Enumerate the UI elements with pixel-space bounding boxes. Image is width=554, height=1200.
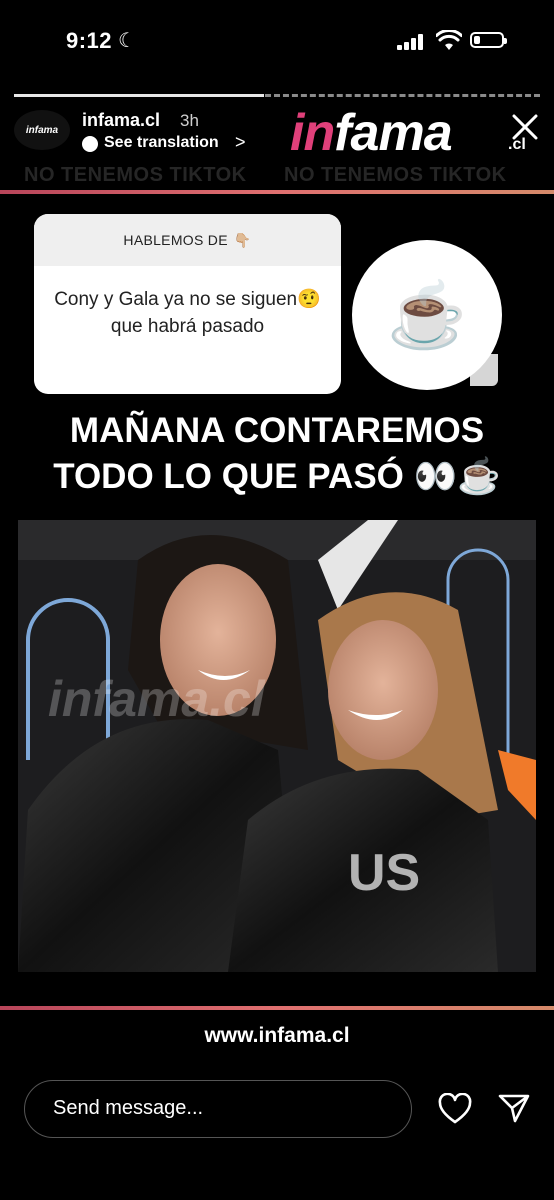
wifi-icon <box>436 30 462 50</box>
brand-logo: infama <box>290 104 453 162</box>
moon-icon: ☾ <box>118 30 136 52</box>
headline-line-2: TODO LO QUE PASÓ 👀☕ <box>53 457 501 496</box>
translate-icon[interactable] <box>82 136 98 152</box>
send-message-input[interactable]: Send message... <box>24 1080 412 1138</box>
battery-icon <box>470 32 507 48</box>
accent-line-bottom <box>0 1006 554 1010</box>
story-username[interactable]: infama.cl <box>82 110 160 131</box>
coffee-sticker: ☕ <box>352 240 502 390</box>
question-header-text: HABLEMOS DE <box>123 232 228 248</box>
heart-icon[interactable] <box>438 1093 472 1125</box>
home-indicator-area <box>0 1150 554 1200</box>
story-viewer[interactable]: infama infama.cl 3h See translation > in… <box>0 84 554 1068</box>
brand-logo-part2: fama <box>334 104 452 162</box>
svg-text:US: US <box>348 844 420 902</box>
photo-watermark: infama.cl <box>48 671 265 727</box>
pointing-down-emoji: 👇🏼 <box>233 231 252 248</box>
question-sticker-header: HABLEMOS DE 👇🏼 <box>34 214 341 266</box>
story-progress-fill <box>14 94 264 97</box>
story-photo: US infama.cl <box>18 520 536 972</box>
website-url: www.infama.cl <box>204 1024 350 1047</box>
question-sticker[interactable]: HABLEMOS DE 👇🏼 Cony y Gala ya no se sigu… <box>34 214 341 394</box>
accent-line-top <box>0 190 554 194</box>
profile-avatar[interactable]: infama <box>14 110 70 150</box>
watermark-text: NO TENEMOS TIKTOK <box>24 164 247 186</box>
see-translation-link[interactable]: See translation <box>104 134 219 152</box>
coffee-icon: ☕ <box>387 278 467 351</box>
question-sticker-answer: Cony y Gala ya no se siguen🤨 que habrá p… <box>54 289 321 337</box>
avatar-logo-text: infama <box>25 124 59 136</box>
story-headline: MAÑANA CONTAREMOS TODO LO QUE PASÓ 👀☕ <box>0 408 554 500</box>
send-icon[interactable] <box>498 1093 530 1123</box>
status-bar: 9:12 ☾ <box>0 0 554 84</box>
headline-line-1: MAÑANA CONTAREMOS <box>69 411 485 450</box>
chevron-right-icon[interactable]: > <box>235 132 246 153</box>
status-time: 9:12 <box>66 28 113 53</box>
watermark-text: NO TENEMOS TIKTOK <box>284 164 507 186</box>
photo-illustration: US <box>18 520 536 972</box>
cellular-signal-icon <box>397 34 425 50</box>
brand-logo-part1: in <box>290 104 335 162</box>
story-time-ago: 3h <box>180 111 199 130</box>
close-icon[interactable] <box>510 112 540 142</box>
